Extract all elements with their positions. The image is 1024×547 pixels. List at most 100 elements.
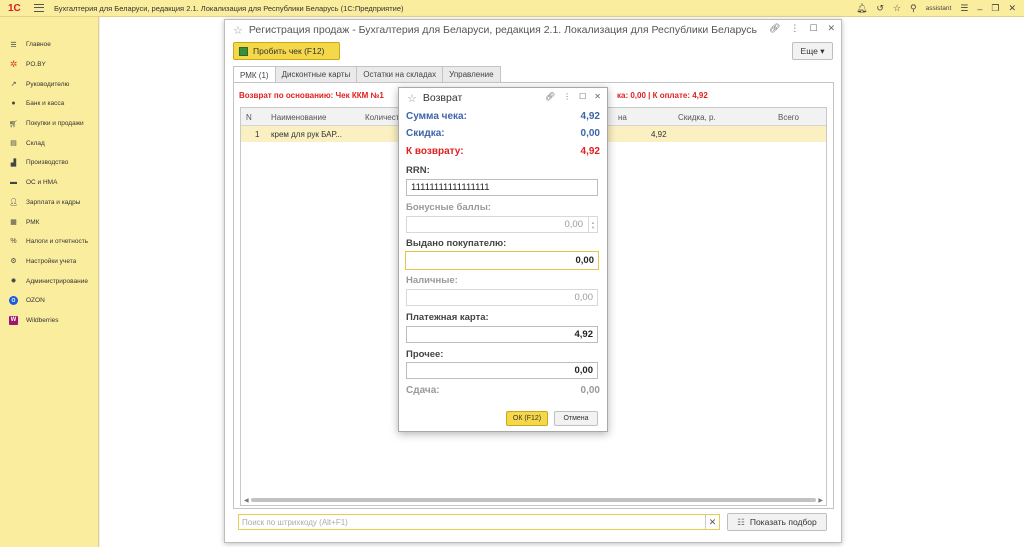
wb-icon: W: [9, 315, 18, 325]
totals-text: ка: 0,00 | К оплате: 4,92: [617, 91, 708, 100]
factory-icon: ▟: [10, 159, 17, 167]
tab-stock[interactable]: Остатки на складах: [356, 66, 444, 82]
gear-icon: ✹: [10, 278, 17, 286]
rrn-input[interactable]: 11111111111111111: [406, 179, 598, 196]
settings-menu-icon[interactable]: ☰: [960, 3, 968, 14]
tab-management[interactable]: Управление: [442, 66, 501, 82]
close-icon[interactable]: ✕: [1008, 3, 1016, 14]
change-label: Сдача:: [406, 385, 440, 396]
maximize-icon[interactable]: ☐: [579, 92, 586, 101]
bell-icon[interactable]: 🔔︎: [856, 3, 867, 14]
chart-icon: ↗: [10, 81, 17, 89]
refund-label: К возврату:: [406, 146, 464, 157]
list-icon: ☷: [737, 516, 745, 527]
ozon-icon: O: [9, 296, 18, 306]
refund-value: 4,92: [580, 146, 600, 157]
sidebar-item-sales[interactable]: 🛒︎ Покупки и продажи: [0, 114, 98, 134]
person-icon: 👤︎: [9, 199, 18, 207]
other-input[interactable]: 0,00: [406, 362, 598, 379]
discount-row: Скидка: 0,00: [406, 128, 600, 139]
sidebar-item-rmk[interactable]: ▦ РМК: [0, 212, 98, 232]
sidebar-item-manager[interactable]: ↗ Руководителю: [0, 74, 98, 94]
print-receipt-button[interactable]: Пробить чек (F12): [233, 42, 340, 60]
close-icon[interactable]: ✕: [594, 92, 601, 101]
return-dialog: ☆ Возврат 🔗︎ ⋮ ☐ ✕ Сумма чека: 4,92 Скид…: [398, 87, 608, 432]
link-icon[interactable]: 🔗︎: [545, 92, 555, 101]
col-n[interactable]: N: [246, 113, 252, 122]
card-label: Платежная карта:: [406, 312, 489, 323]
top-bar-tools: 🔔︎ ↺ ☆ ⚲ assistant ☰ – ❐ ✕: [856, 0, 1016, 17]
register-icon: ▦: [10, 219, 17, 227]
sidebar-item-assets[interactable]: ▬ ОС и НМА: [0, 173, 98, 193]
hamburger-menu-icon[interactable]: [34, 4, 44, 12]
minimize-icon[interactable]: –: [977, 4, 982, 14]
cash-label: Наличные:: [406, 275, 458, 286]
card-input[interactable]: 4,92: [406, 326, 598, 343]
tab-rmk[interactable]: РМК (1): [233, 66, 276, 83]
sidebar-item-poby[interactable]: ✲ PO.BY: [0, 55, 98, 75]
cash-input: 0,00: [406, 289, 598, 306]
sidebar-item-main[interactable]: ☰ Главное: [0, 35, 98, 55]
sidebar-item-ozon[interactable]: O OZON: [0, 291, 98, 311]
bank-icon: ●: [11, 100, 16, 108]
close-icon[interactable]: ✕: [827, 23, 835, 34]
menu-icon: ☰: [10, 41, 17, 49]
favorite-star-icon[interactable]: ☆: [407, 92, 417, 105]
dialog-controls: 🔗︎ ⋮ ☐ ✕: [545, 92, 601, 101]
col-discount[interactable]: Скидка, р.: [678, 113, 716, 122]
window-title: Регистрация продаж - Бухгалтерия для Бел…: [248, 24, 758, 36]
col-name[interactable]: Наименование: [271, 113, 326, 122]
change-value: 0,00: [580, 385, 600, 396]
sidebar-item-settings[interactable]: ⚙ Настройки учета: [0, 252, 98, 272]
bonus-stepper: ▲ ▼: [588, 217, 597, 232]
sidebar-item-admin[interactable]: ✹ Администрирование: [0, 271, 98, 291]
receipt-sum-row: Сумма чека: 4,92: [406, 111, 600, 122]
scroll-left-icon[interactable]: ◀: [244, 497, 249, 504]
receipt-sum-value: 4,92: [580, 111, 600, 122]
issued-label: Выдано покупателю:: [406, 238, 507, 249]
sidebar-item-warehouse[interactable]: ▤ Склад: [0, 133, 98, 153]
history-icon[interactable]: ↺: [876, 3, 884, 14]
clear-icon[interactable]: ✕: [705, 515, 719, 529]
restore-icon[interactable]: ❐: [991, 3, 999, 14]
maximize-icon[interactable]: ☐: [809, 23, 817, 34]
col-total[interactable]: Всего: [778, 113, 799, 122]
sidebar-item-taxes[interactable]: % Налоги и отчетность: [0, 232, 98, 252]
window-controls: 🔗︎ ⋮ ☐ ✕: [769, 23, 835, 34]
more-vertical-icon[interactable]: ⋮: [563, 92, 571, 101]
top-bar: 1С Бухгалтерия для Беларуси, редакция 2.…: [0, 0, 1024, 17]
settings-icon: ⚙: [10, 258, 17, 266]
discount-label: Скидка:: [406, 128, 445, 139]
more-button[interactable]: Еще ▾: [792, 42, 833, 60]
po-icon: ✲: [9, 59, 18, 70]
search-icon[interactable]: ⚲: [910, 3, 917, 14]
horizontal-scrollbar[interactable]: [251, 498, 816, 502]
favorite-star-icon[interactable]: ☆: [233, 24, 243, 37]
sidebar-item-salary[interactable]: 👤︎ Зарплата и кадры: [0, 193, 98, 213]
user-name[interactable]: assistant: [926, 5, 952, 12]
receipt-icon: [239, 46, 248, 56]
col-price[interactable]: на: [618, 113, 627, 122]
sidebar-item-production[interactable]: ▟ Производство: [0, 153, 98, 173]
show-selection-button[interactable]: ☷ Показать подбор: [727, 513, 827, 531]
cart-icon: 🛒︎: [9, 120, 18, 128]
col-quantity[interactable]: Количест: [365, 113, 399, 122]
sidebar-item-wildberries[interactable]: W Wildberries: [0, 311, 98, 331]
app-title: Бухгалтерия для Беларуси, редакция 2.1. …: [54, 3, 404, 13]
more-vertical-icon[interactable]: ⋮: [790, 23, 799, 34]
issued-input[interactable]: 0,00: [405, 251, 599, 270]
refund-row: К возврату: 4,92: [406, 146, 600, 157]
truck-icon: ▬: [10, 179, 17, 187]
barcode-search-input[interactable]: Поиск по штрихкоду (Alt+F1) ✕: [238, 514, 720, 530]
other-label: Прочее:: [406, 349, 444, 360]
cancel-button[interactable]: Отмена: [554, 411, 598, 426]
link-icon[interactable]: 🔗︎: [769, 23, 780, 34]
favorites-star-icon[interactable]: ☆: [893, 3, 901, 14]
app-logo: 1С: [8, 2, 21, 14]
tab-bar: РМК (1) Дисконтные карты Остатки на скла…: [233, 66, 501, 83]
ok-button[interactable]: ОК (F12): [506, 411, 548, 426]
tab-discount-cards[interactable]: Дисконтные карты: [274, 66, 358, 82]
scroll-right-icon[interactable]: ▶: [818, 497, 823, 504]
sidebar-item-bank[interactable]: ● Банк и касса: [0, 94, 98, 114]
bonus-input: 0,00 ▲ ▼: [406, 216, 598, 233]
